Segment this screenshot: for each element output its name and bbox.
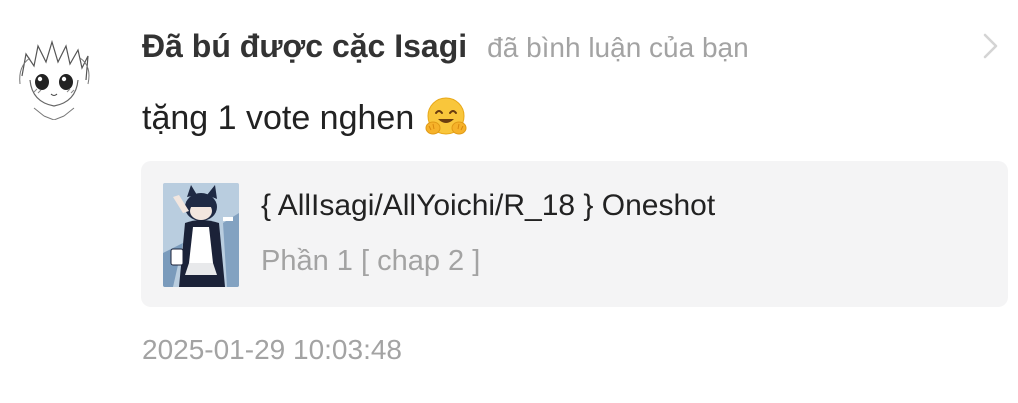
hugging-face-emoji-icon bbox=[424, 96, 468, 140]
timestamp: 2025-01-29 10:03:48 bbox=[142, 334, 402, 365]
action-text: đã bình luận của bạn bbox=[487, 32, 749, 63]
user-avatar[interactable] bbox=[12, 36, 96, 120]
story-part: Phần 1 [ chap 2 ] bbox=[261, 245, 481, 277]
comment-text: tặng 1 vote nghen bbox=[142, 98, 415, 137]
story-title: { AllIsagi/AllYoichi/R_18 } Oneshot bbox=[261, 189, 716, 222]
notification-header: Đã bú được cặc Isagi đã bình luận của bạ… bbox=[142, 28, 749, 72]
comment-notification[interactable]: Đã bú được cặc Isagi đã bình luận của bạ… bbox=[0, 0, 1018, 403]
avatar-sketch-image bbox=[12, 36, 96, 120]
username-link[interactable]: Đã bú được cặc Isagi bbox=[142, 28, 467, 65]
story-cover-image bbox=[163, 183, 239, 287]
chevron-right-icon[interactable] bbox=[976, 30, 1004, 62]
comment-body: tặng 1 vote nghen bbox=[142, 96, 468, 140]
story-card[interactable]: { AllIsagi/AllYoichi/R_18 } Oneshot Phần… bbox=[141, 161, 1008, 307]
